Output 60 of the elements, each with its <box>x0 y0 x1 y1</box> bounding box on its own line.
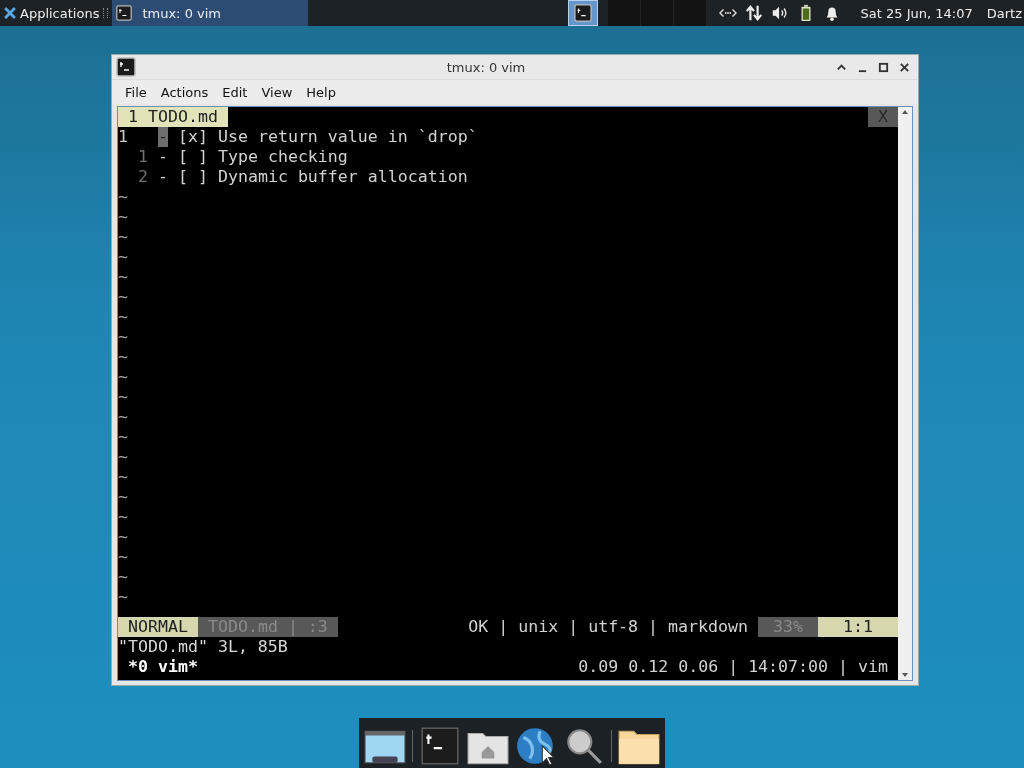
empty-line-marker: ~ <box>118 307 128 327</box>
empty-line-marker: ~ <box>118 547 128 567</box>
menu-item[interactable]: File <box>118 84 154 100</box>
buffer-tab[interactable]: 1 TODO.md <box>118 107 228 127</box>
terminal-icon[interactable] <box>419 727 461 765</box>
line-text: [ ] Dynamic buffer allocation <box>178 167 468 187</box>
empty-line-marker: ~ <box>118 527 128 547</box>
line-text: [x] Use return value in `drop` <box>178 127 478 147</box>
cursor-position: 1:1 <box>818 617 898 637</box>
caret-up-icon[interactable] <box>836 61 847 73</box>
empty-line-marker: ~ <box>118 467 128 487</box>
empty-line-marker: ~ <box>118 187 128 207</box>
clock[interactable]: Sat 25 Jun, 14:07 <box>860 5 973 21</box>
empty-line-marker: ~ <box>118 487 128 507</box>
list-marker: - <box>158 147 168 167</box>
mode-indicator: NORMAL <box>118 617 198 637</box>
empty-line-marker: ~ <box>118 287 128 307</box>
taskbar-button[interactable]: tmux: 0 vim <box>112 0 309 26</box>
terminal-icon <box>116 57 136 77</box>
maximize-icon[interactable] <box>878 61 889 73</box>
terminal-icon <box>573 4 592 22</box>
empty-line-marker: ~ <box>118 507 128 527</box>
file-info: OK | unix | utf-8 | markdown <box>468 617 749 637</box>
empty-line-marker: ~ <box>118 267 128 287</box>
line-number: 2 <box>137 167 149 187</box>
line-number: 1 <box>137 147 149 167</box>
user-name[interactable]: Dartz <box>986 5 1022 21</box>
menu-item[interactable]: Actions <box>153 84 216 100</box>
x-logo-icon <box>3 6 17 20</box>
menu-item[interactable]: View <box>254 84 300 100</box>
menu-item[interactable]: Edit <box>215 84 255 100</box>
tmux-status: 0.09 0.12 0.06 | 14:07:00 | vim <box>578 657 888 677</box>
empty-line-marker: ~ <box>118 567 128 587</box>
empty-line-marker: ~ <box>118 407 128 427</box>
line-number: 1 <box>118 127 129 147</box>
window-title: tmux: 0 vim <box>445 59 527 75</box>
line-text: [ ] Type checking <box>178 147 348 167</box>
close-icon[interactable] <box>899 61 910 73</box>
transfer-arrows-icon[interactable] <box>744 4 763 22</box>
empty-line-marker: ~ <box>118 247 128 267</box>
menu-item[interactable]: Help <box>299 84 343 100</box>
scrollbar[interactable] <box>898 107 912 680</box>
empty-line-marker: ~ <box>118 327 128 347</box>
empty-line-marker: ~ <box>118 347 128 367</box>
list-marker: - <box>158 167 168 187</box>
globe-icon[interactable] <box>515 727 557 765</box>
tmux-window[interactable]: *0 vim* <box>128 657 198 677</box>
terminal-icon <box>116 5 133 21</box>
message-line: "TODO.md" 3L, 85B <box>118 637 288 657</box>
applications-menu[interactable]: Applications <box>0 0 104 26</box>
empty-line-marker: ~ <box>118 207 128 227</box>
empty-line-marker: ~ <box>118 427 128 447</box>
empty-line-marker: ~ <box>118 587 128 607</box>
empty-line-marker: ~ <box>118 447 128 467</box>
empty-line-marker: ~ <box>118 387 128 407</box>
cursor: - <box>158 127 168 147</box>
volume-icon[interactable] <box>770 4 789 22</box>
empty-line-marker: ~ <box>118 367 128 387</box>
panel-handle <box>103 8 109 18</box>
empty-line-marker: ~ <box>118 227 128 247</box>
